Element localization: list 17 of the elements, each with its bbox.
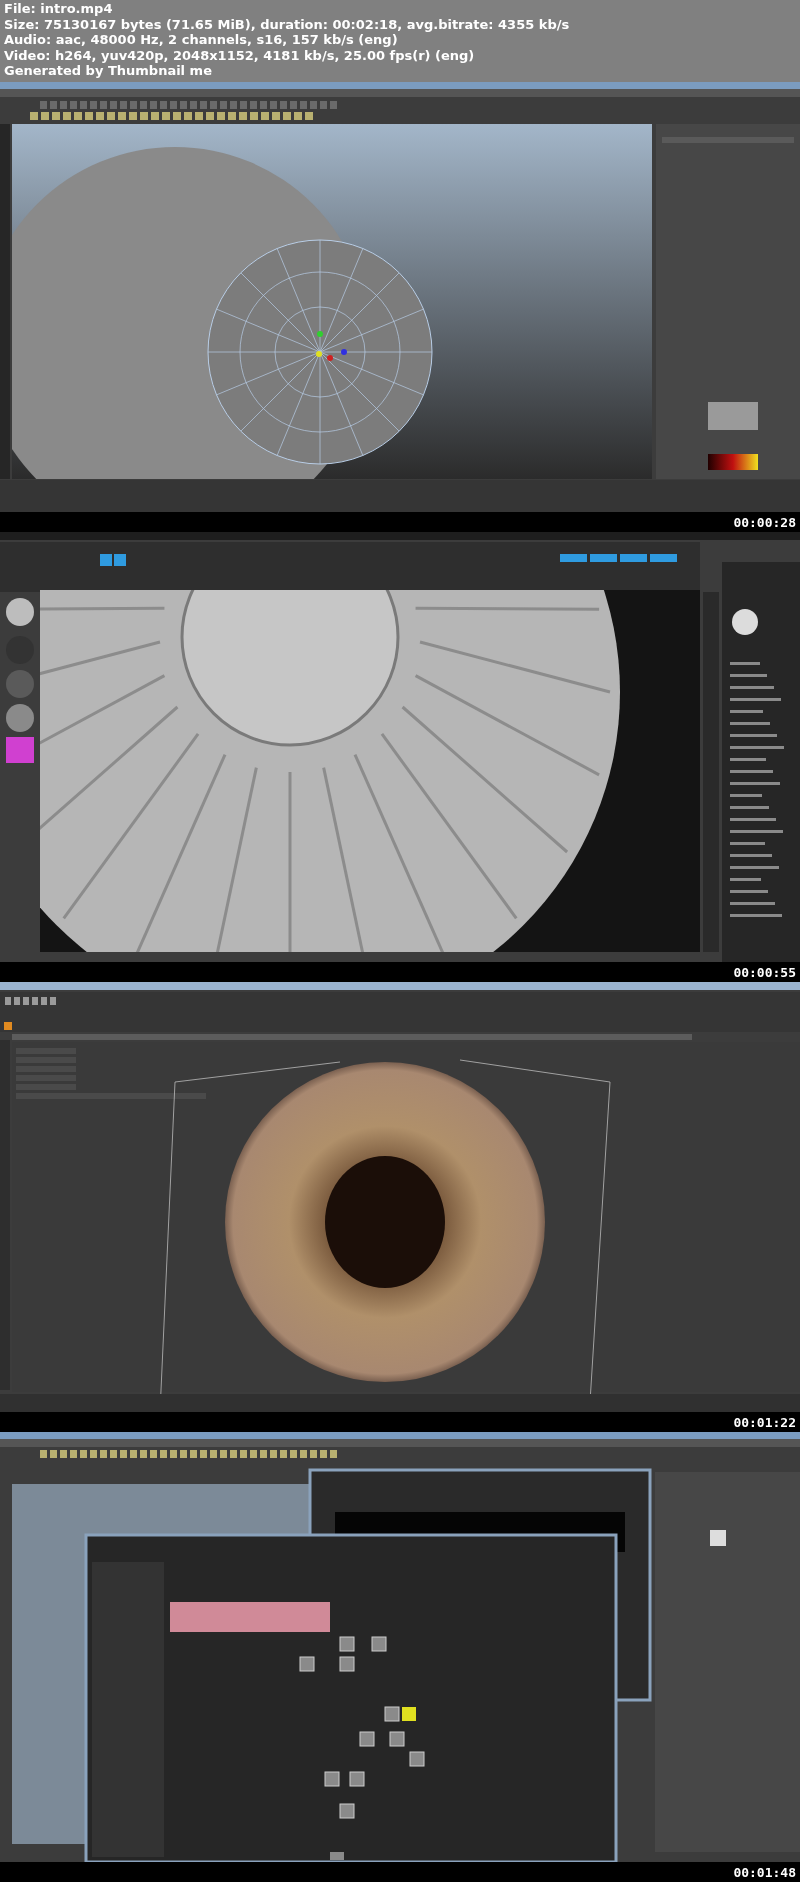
file-info-line: Video: h264, yuv420p, 2048x1152, 4181 kb/s, 25.00 fps(r) (eng) xyxy=(4,47,476,64)
toolbar-icons[interactable] xyxy=(5,997,56,1005)
pattern-swatch-icon xyxy=(710,1530,726,1546)
color-ramp-drawing xyxy=(708,454,758,470)
timestamp: 00:01:48 xyxy=(733,1864,796,1880)
timestamp: 00:00:28 xyxy=(733,514,796,530)
falloff-curve-drawing xyxy=(708,402,758,430)
shelf-icons[interactable] xyxy=(30,112,313,120)
toggle-buttons[interactable] xyxy=(560,554,677,562)
timestamp: 00:00:55 xyxy=(733,964,796,980)
timestamp: 00:01:22 xyxy=(733,1414,796,1430)
file-info-line: Audio: aac, 48000 Hz, 2 channels, s16, 157 kb/s (eng) xyxy=(4,32,399,48)
tool-thumbnail-icon[interactable] xyxy=(732,609,758,635)
file-info-line: Generated by Thumbnail me xyxy=(4,63,213,79)
shelf-icons[interactable] xyxy=(40,1450,337,1458)
file-info-line: File: intro.mp4 xyxy=(4,1,114,17)
file-info-line: Size: 75130167 bytes (71.65 MiB), duration: 00:02:18, avg.bitrate: 4355 kb/s xyxy=(4,16,571,33)
